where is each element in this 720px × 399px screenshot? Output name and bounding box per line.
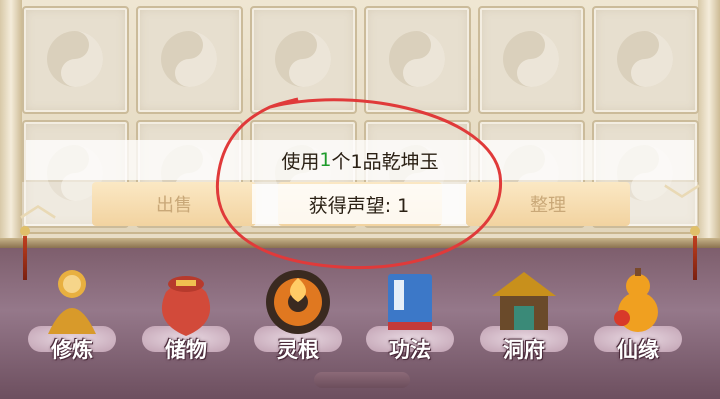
- technique-book-icon: [370, 262, 450, 342]
- right-tassel-icon: [690, 226, 700, 286]
- toast-message: 使用 1 个1品乾坤玉: [26, 140, 694, 180]
- sort-button[interactable]: 整理: [466, 182, 630, 226]
- nav-item[interactable]: 储物: [136, 262, 236, 392]
- nav-item-label: 仙缘: [617, 338, 659, 362]
- spirit-root-icon: [258, 262, 338, 342]
- taiji-icon: [503, 31, 559, 87]
- toast-prefix: 使用: [281, 150, 320, 173]
- nav-item[interactable]: 洞府: [474, 262, 574, 392]
- cave-mansion-icon: [484, 262, 564, 342]
- cultivation-figure-icon: [32, 262, 112, 342]
- gourd-icon: [598, 262, 678, 342]
- inventory-slot[interactable]: [22, 6, 129, 114]
- nav-item[interactable]: 仙缘: [588, 262, 688, 392]
- nav-rod: [0, 238, 720, 248]
- taiji-icon: [275, 31, 331, 87]
- inventory-slot[interactable]: [364, 6, 471, 114]
- storage-bag-icon: [146, 262, 226, 342]
- taiji-icon: [47, 31, 103, 87]
- inventory-slot[interactable]: [250, 6, 357, 114]
- taiji-icon: [617, 31, 673, 87]
- nav-ornament: [314, 372, 410, 388]
- inventory-slot[interactable]: [592, 6, 699, 114]
- nav-item-label: 洞府: [503, 338, 545, 362]
- inventory-slot[interactable]: [136, 6, 243, 114]
- taiji-icon: [389, 31, 445, 87]
- taiji-icon: [161, 31, 217, 87]
- toast-count: 1: [319, 149, 332, 171]
- scroll-up-icon[interactable]: ︿: [8, 184, 68, 222]
- toast-suffix: 个1品乾坤玉: [331, 150, 439, 173]
- scroll-down-icon[interactable]: ﹀: [652, 184, 712, 222]
- nav-item-label: 功法: [389, 338, 431, 362]
- sell-button[interactable]: 出售: [92, 182, 256, 226]
- inventory-slot[interactable]: [478, 6, 585, 114]
- nav-item-label: 储物: [165, 338, 207, 362]
- nav-item-label: 修炼: [51, 338, 93, 362]
- toast-reward: 获得声望: 1: [252, 184, 466, 224]
- nav-item[interactable]: 修炼: [22, 262, 122, 392]
- nav-item-label: 灵根: [277, 338, 319, 362]
